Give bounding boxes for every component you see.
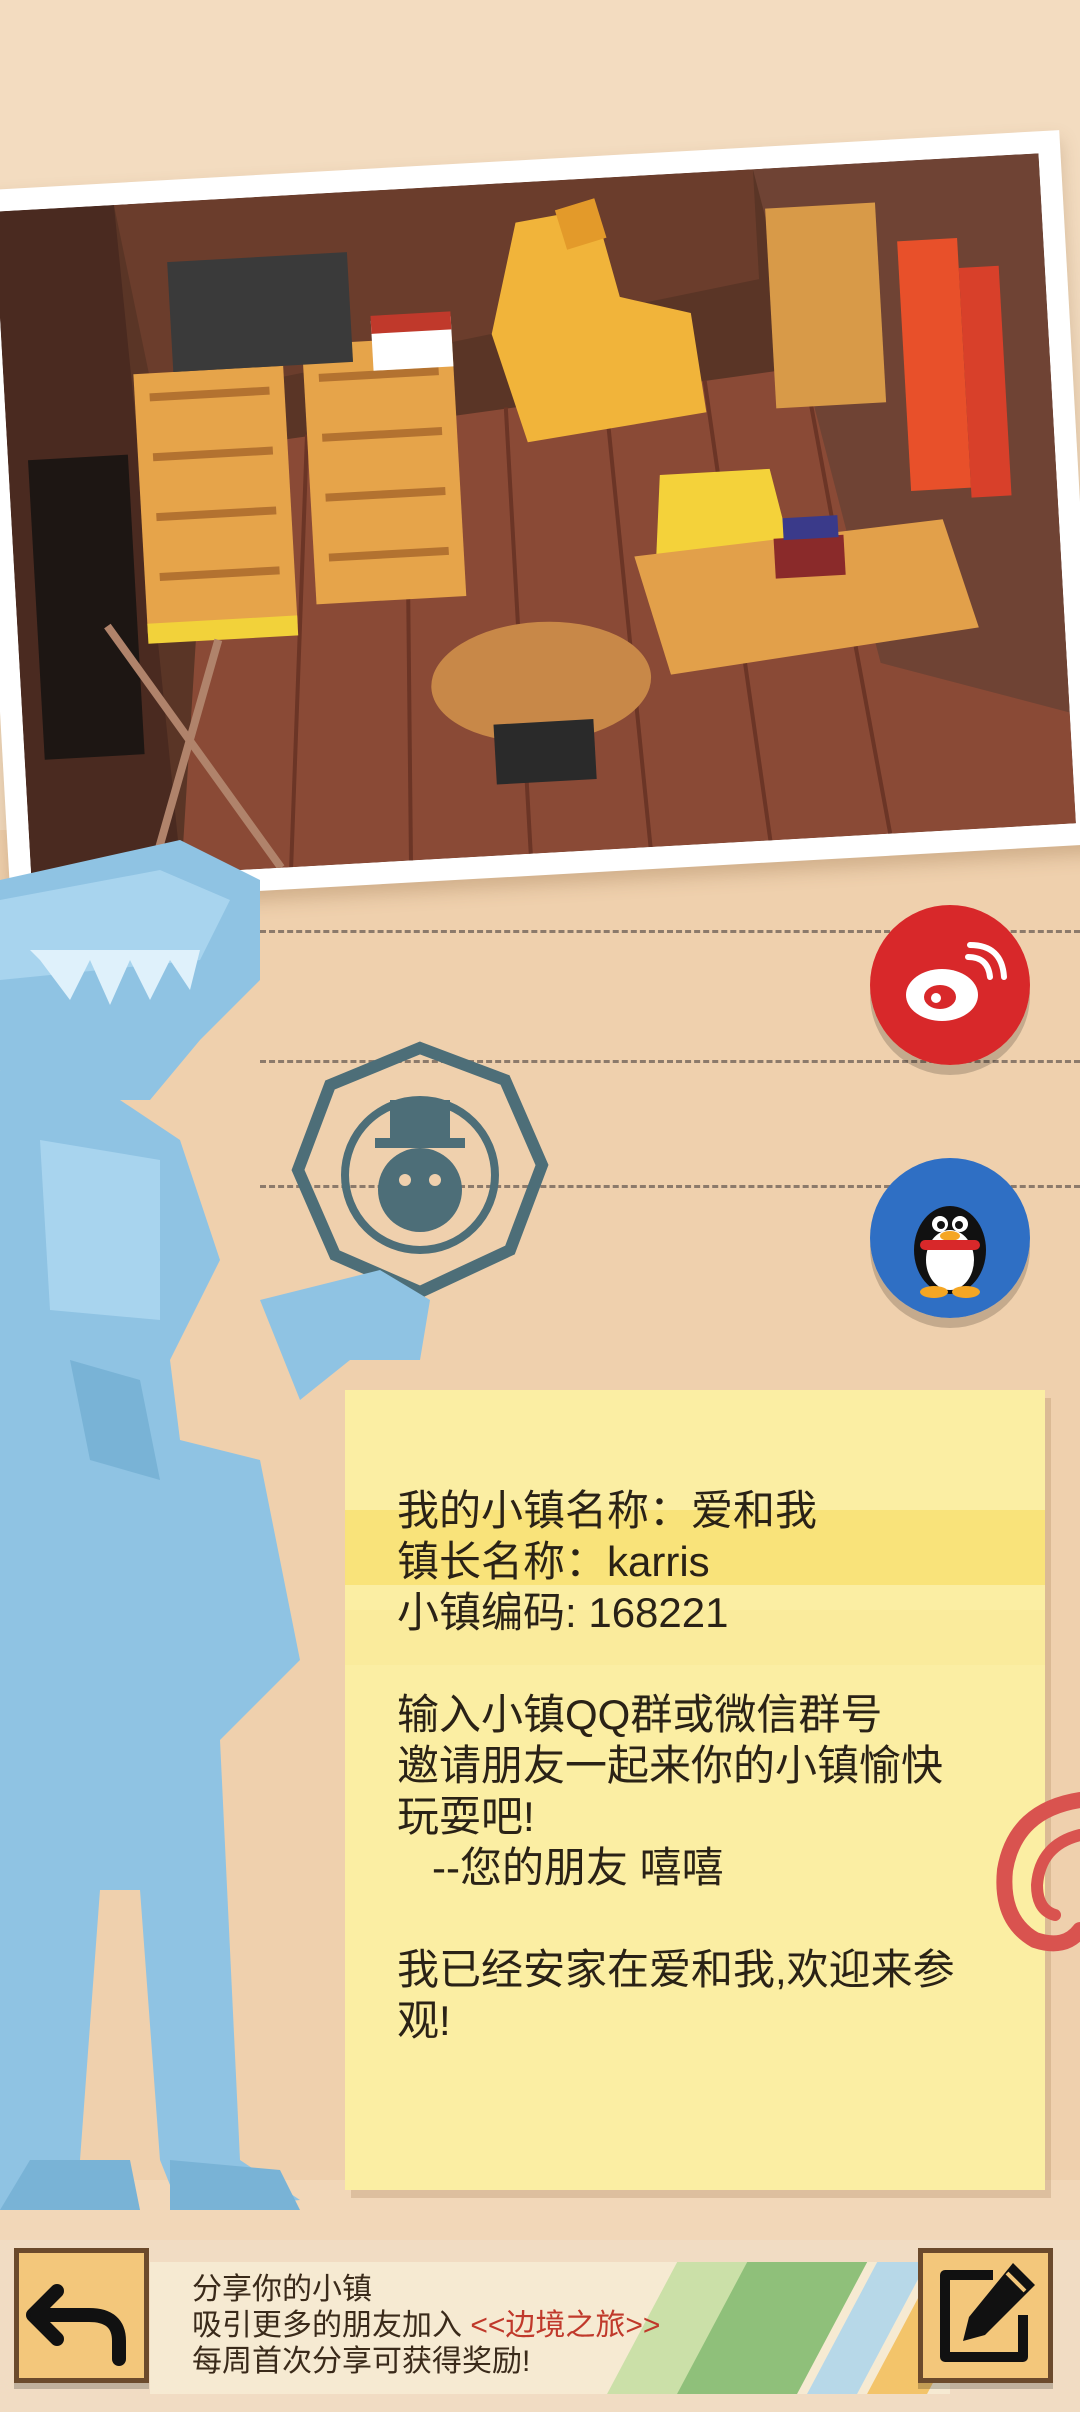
town-screenshot-photo [0,130,1080,905]
banner-line-title: 分享你的小镇 [192,2273,372,2306]
banner-game-title: <<边境之旅>> [470,2309,661,2342]
edit-button[interactable] [918,2248,1053,2383]
note-line-welcome-1: 我已经安家在爱和我,欢迎来参 [397,1946,955,1993]
banner-line-reward: 每周首次分享可获得奖励! [192,2345,531,2378]
weibo-share-button[interactable] [870,905,1030,1065]
note-line-town-code: 小镇编码: 168221 [397,1589,729,1636]
town-interior-image [0,153,1076,882]
note-line-signature: --您的朋友 嘻嘻 [397,1844,724,1891]
note-line-welcome-2: 观! [397,1997,451,2044]
note-line-blank [397,1893,1007,1944]
qq-share-button[interactable] [870,1158,1030,1318]
note-line-invite-1: 输入小镇QQ群或微信群号 [397,1691,883,1738]
back-arrow-icon [26,2284,126,2366]
qq-penguin-icon [870,1158,1030,1318]
edit-pen-icon [940,2263,1035,2362]
weibo-icon [870,905,1030,1065]
note-line-blank [397,1638,1007,1689]
note-line-invite-2: 邀请朋友一起来你的小镇愉快 [397,1742,944,1789]
banner-line-attract: 吸引更多的朋友加入 <<边境之旅>> [192,2308,660,2344]
share-banner-text: 分享你的小镇 吸引更多的朋友加入 <<边境之旅>> 每周首次分享可获得奖励! [192,2272,660,2380]
back-button[interactable] [14,2248,149,2383]
share-banner: 分享你的小镇 吸引更多的朋友加入 <<边境之旅>> 每周首次分享可获得奖励! [150,2262,950,2394]
paper-clip-icon [996,1792,1080,1952]
banner-line-attract-prefix: 吸引更多的朋友加入 [192,2309,471,2342]
note-line-invite-3: 玩耍吧! [397,1793,535,1840]
town-info-note: 我的小镇名称：爱和我 镇长名称：karris 小镇编码: 168221 输入小镇… [345,1390,1045,2190]
note-text: 我的小镇名称：爱和我 镇长名称：karris 小镇编码: 168221 输入小镇… [397,1485,1007,2046]
note-line-mayor-name: 镇长名称：karris [397,1538,710,1585]
note-line-town-name: 我的小镇名称：爱和我 [397,1487,818,1534]
